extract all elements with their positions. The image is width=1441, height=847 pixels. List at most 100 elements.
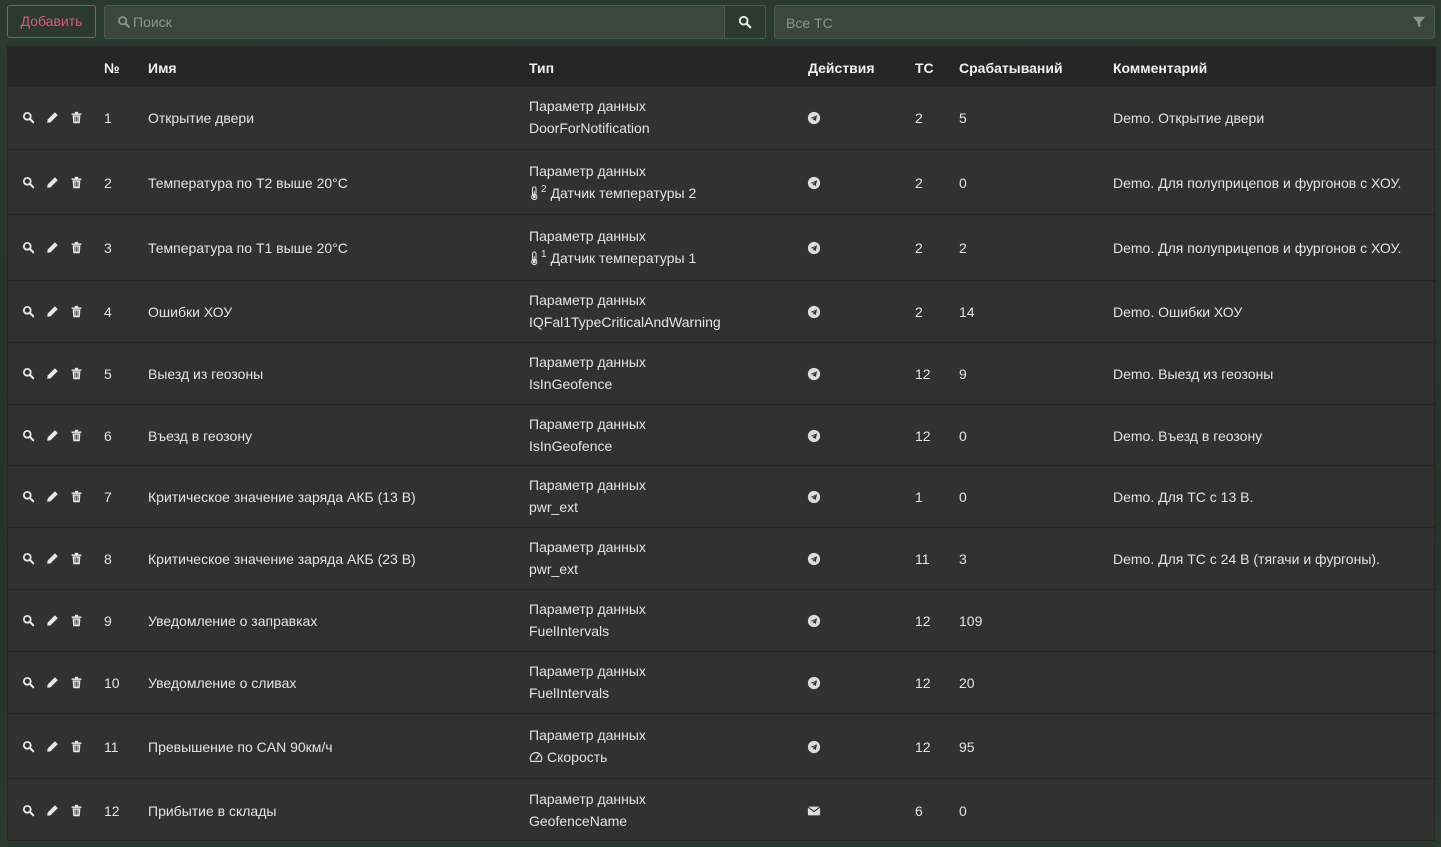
delete-button[interactable] [70, 429, 83, 442]
speedometer-icon [529, 752, 543, 762]
edit-button[interactable] [46, 490, 59, 503]
row-triggers: 0 [959, 803, 967, 819]
view-button[interactable] [22, 305, 35, 318]
edit-button[interactable] [46, 176, 59, 189]
vehicle-filter-label: Все ТС [786, 15, 833, 31]
header-triggers: Срабатываний [959, 60, 1063, 76]
row-comment: Demo. Ошибки ХОУ [1113, 304, 1243, 320]
row-param: pwr_ext [529, 499, 578, 515]
row-num: 12 [104, 803, 120, 819]
pencil-icon [47, 553, 58, 564]
row-name: Въезд в геозону [148, 428, 253, 444]
row-actions [22, 552, 83, 565]
delete-button[interactable] [70, 740, 83, 753]
delete-button[interactable] [70, 676, 83, 689]
delete-button[interactable] [70, 241, 83, 254]
view-button[interactable] [22, 490, 35, 503]
edit-button[interactable] [46, 804, 59, 817]
edit-button[interactable] [46, 552, 59, 565]
row-comment: Demo. Для полуприцепов и фургонов с ХОУ. [1113, 175, 1402, 191]
pencil-icon [47, 491, 58, 502]
edit-button[interactable] [46, 111, 59, 124]
pencil-icon [47, 112, 58, 123]
delete-button[interactable] [70, 111, 83, 124]
row-name: Ошибки ХОУ [148, 304, 233, 320]
row-comment: Demo. Въезд в геозону [1113, 428, 1263, 444]
row-vehicles: 12 [915, 739, 931, 755]
view-button[interactable] [22, 111, 35, 124]
header-comment: Комментарий [1113, 60, 1208, 76]
trash-icon [71, 111, 82, 124]
filter-icon [1412, 16, 1426, 28]
delete-button[interactable] [70, 490, 83, 503]
telegram-icon [807, 241, 821, 255]
row-type: Параметр данных [529, 663, 646, 679]
trash-icon [71, 614, 82, 627]
row-param-name: Скорость [547, 749, 608, 765]
delete-button[interactable] [70, 176, 83, 189]
row-vehicles: 11 [915, 551, 930, 567]
row-param-name: IsInGeofence [529, 438, 613, 454]
trash-icon [71, 740, 82, 753]
toolbar: Добавить Все ТС [0, 0, 1441, 46]
row-triggers: 0 [959, 489, 967, 505]
pencil-icon [47, 430, 58, 441]
telegram-icon [807, 740, 821, 754]
view-button[interactable] [22, 552, 35, 565]
edit-button[interactable] [46, 429, 59, 442]
view-button[interactable] [22, 740, 35, 753]
telegram-icon [807, 176, 821, 190]
delete-button[interactable] [70, 367, 83, 380]
telegram-icon [807, 429, 821, 443]
edit-button[interactable] [46, 241, 59, 254]
table-row: 12 Прибытие в склады Параметр данных Geofen… [8, 778, 1436, 841]
pencil-icon [47, 242, 58, 253]
search-icon [22, 367, 35, 380]
row-param-name: FuelIntervals [529, 623, 610, 639]
telegram-icon [807, 490, 821, 504]
row-actions [22, 367, 83, 380]
sensor-index: 2 [541, 183, 547, 195]
pencil-icon [47, 368, 58, 379]
row-type: Параметр данных [529, 163, 646, 179]
row-type: Параметр данных [529, 98, 646, 114]
add-button[interactable]: Добавить [7, 5, 96, 38]
search-input[interactable] [133, 6, 723, 38]
view-button[interactable] [22, 429, 35, 442]
edit-button[interactable] [46, 305, 59, 318]
row-type: Параметр данных [529, 539, 646, 555]
table-row: 4 Ошибки ХОУ Параметр данных IQFal1TypeCrit… [8, 280, 1436, 342]
edit-button[interactable] [46, 614, 59, 627]
view-button[interactable] [22, 614, 35, 627]
search-icon [22, 305, 35, 318]
edit-button[interactable] [46, 367, 59, 380]
table-row: 8 Критическое значение заряда АКБ (23 В) П… [8, 527, 1436, 589]
row-actions [22, 676, 83, 689]
search-button[interactable] [724, 5, 766, 39]
search-icon [22, 614, 35, 627]
row-param-name: pwr_ext [529, 499, 579, 515]
view-button[interactable] [22, 676, 35, 689]
row-type: Параметр данных [529, 477, 646, 493]
delete-button[interactable] [70, 305, 83, 318]
delete-button[interactable] [70, 552, 83, 565]
row-triggers: 3 [959, 551, 967, 567]
view-button[interactable] [22, 176, 35, 189]
vehicle-filter-select[interactable]: Все ТС [774, 5, 1435, 39]
view-button[interactable] [22, 241, 35, 254]
row-param: 2 Датчик температуры 2 [529, 183, 696, 201]
row-name: Открытие двери [148, 110, 255, 126]
view-button[interactable] [22, 804, 35, 817]
row-name: Выезд из геозоны [148, 366, 264, 382]
edit-button[interactable] [46, 740, 59, 753]
delete-button[interactable] [70, 804, 83, 817]
view-button[interactable] [22, 367, 35, 380]
row-param-name: Датчик температуры 1 [550, 250, 697, 266]
search-icon [22, 241, 35, 254]
row-name: Уведомление о сливах [148, 675, 297, 691]
delete-button[interactable] [70, 614, 83, 627]
row-num: 5 [104, 366, 112, 382]
row-vehicles: 2 [915, 304, 923, 320]
row-comment: Demo. Для полуприцепов и фургонов с ХОУ. [1113, 240, 1402, 256]
edit-button[interactable] [46, 676, 59, 689]
